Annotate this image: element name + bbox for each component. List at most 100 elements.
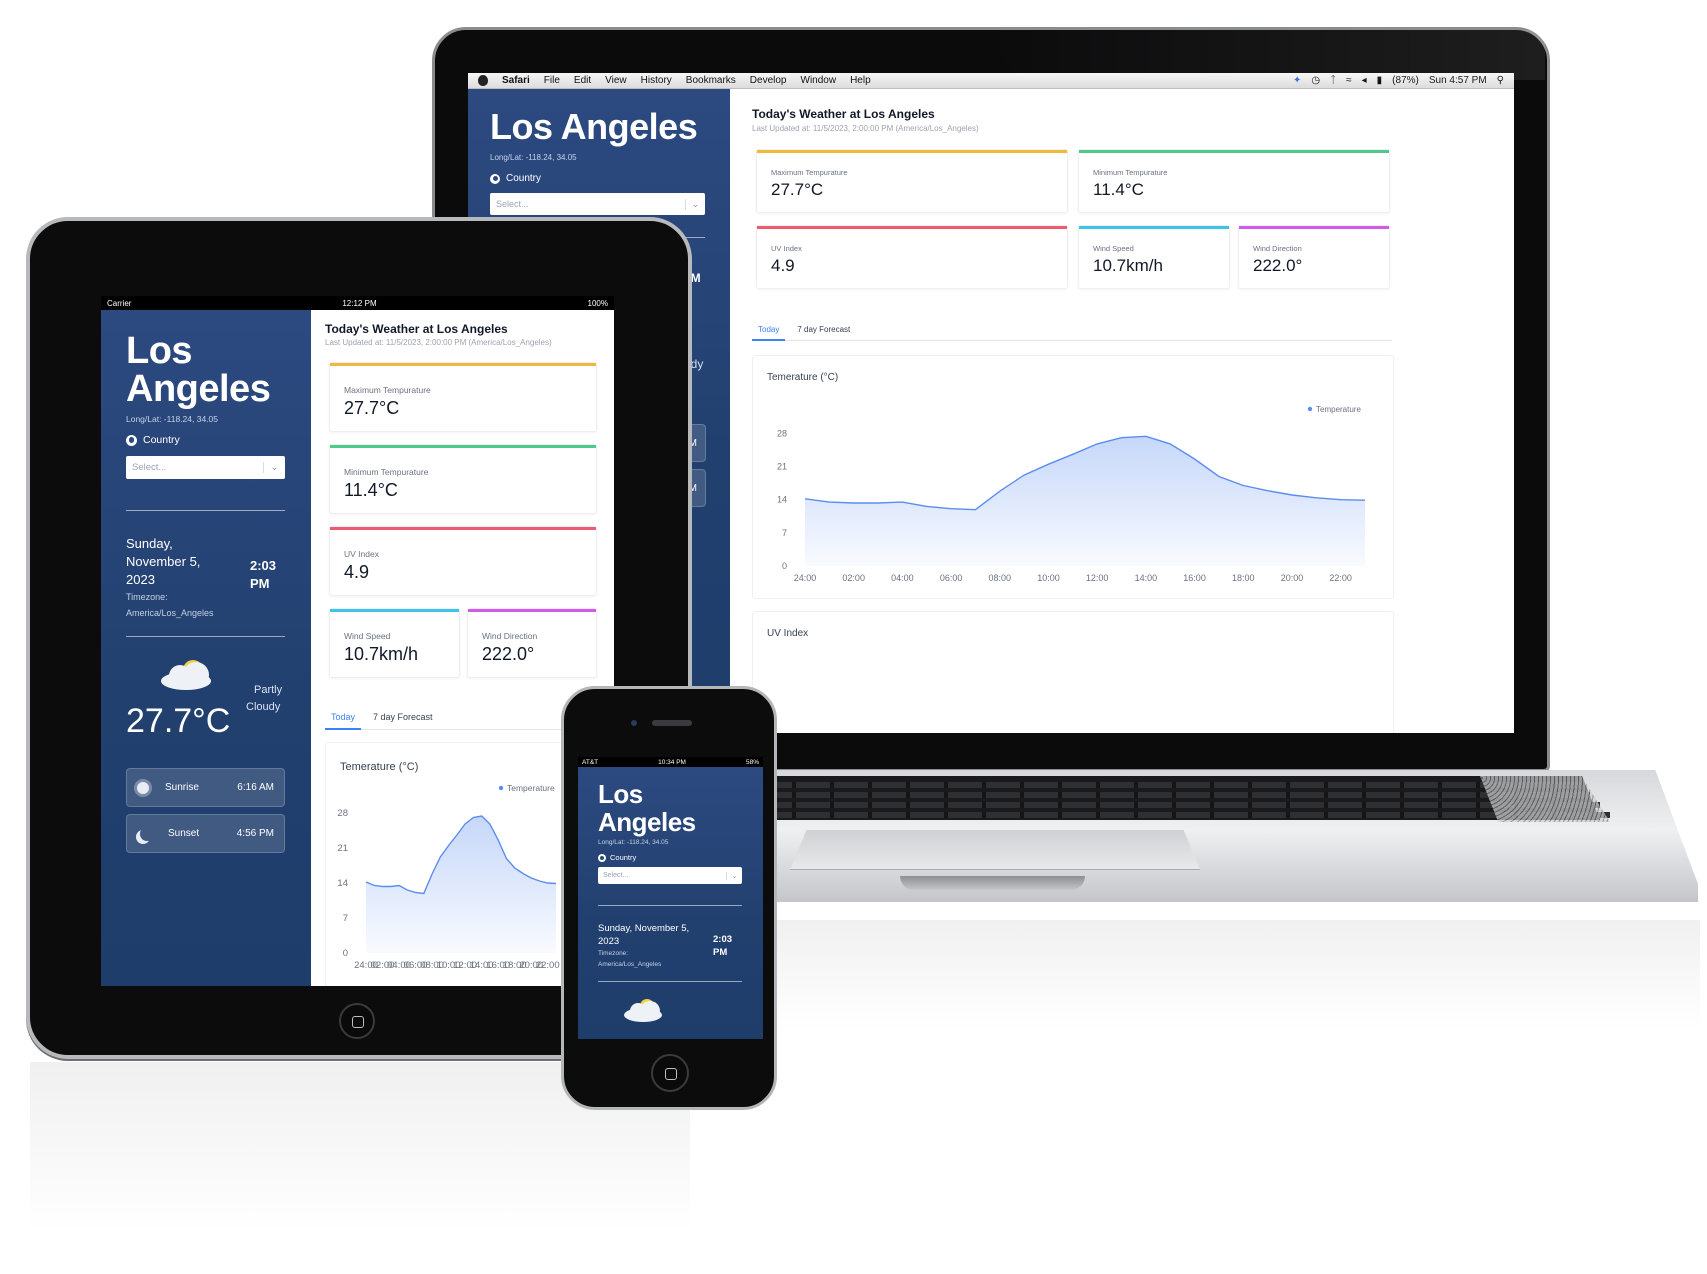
apple-icon[interactable] (478, 75, 488, 86)
sidebar: Los Angeles Long/Lat: -118.24, 34.05 Cou… (578, 767, 763, 1039)
tab-today[interactable]: Today (325, 708, 362, 730)
uv-index-accent (757, 226, 1067, 229)
main-content: Today's Weather at Los Angeles Last Upda… (730, 89, 1514, 733)
y-tick-label: 28 (337, 808, 348, 819)
y-tick-label: 14 (337, 878, 348, 889)
menu-bookmarks[interactable]: Bookmarks (686, 75, 736, 86)
phone-camera (631, 720, 637, 726)
max-temp-label: Maximum Tempurature (771, 168, 848, 177)
keyboard-row (720, 812, 1610, 818)
tab-7-day-forecast[interactable]: 7 day Forecast (361, 708, 445, 729)
legend-label: Temperature (507, 783, 555, 793)
uv-index-value: 4.9 (344, 562, 370, 582)
uv-index-card: UV Index 4.9 (329, 526, 597, 596)
chevron-down-icon[interactable]: ⌄ (726, 871, 742, 880)
menu-history[interactable]: History (641, 75, 672, 86)
menu-edit[interactable]: Edit (574, 75, 591, 86)
legend-marker (1307, 406, 1313, 412)
x-tick-label: 20:00 (1281, 573, 1304, 583)
x-tick-label: 16:00 (1183, 573, 1206, 583)
partly-cloudy-icon (161, 660, 215, 694)
current-time-line1: 2:03 (250, 558, 277, 573)
battery-percent: (87%) (1392, 75, 1419, 86)
wind-direction-label: Wind Direction (482, 631, 538, 641)
uv-chart-card: UV Index (752, 611, 1394, 733)
country-select[interactable]: Select... ⌄ (126, 456, 285, 479)
menu-file[interactable]: File (544, 75, 560, 86)
wind-speed-accent (330, 609, 459, 612)
sunset-card: Sunset 4:56 PM (126, 814, 285, 853)
phone-home-button[interactable] (651, 1054, 689, 1092)
sidebar-divider (126, 510, 285, 511)
tab-today[interactable]: Today (752, 321, 786, 341)
max-temp-accent (757, 150, 1067, 153)
current-date-line3: 2023 (126, 572, 155, 587)
phone-speaker (652, 720, 692, 726)
country-label: Country (126, 434, 180, 446)
x-tick-label: 06:00 (940, 573, 963, 583)
uv-index-accent (330, 527, 596, 530)
country-select-placeholder: Select... (132, 462, 167, 473)
keyboard-row (720, 802, 1600, 808)
tablet-clock: 12:12 PM (342, 298, 377, 308)
wind-speed-value: 10.7km/h (1093, 256, 1163, 275)
menubar-clock[interactable]: Sun 4:57 PM (1429, 75, 1487, 86)
trackpad[interactable] (790, 830, 1200, 870)
current-time-line2: PM (713, 947, 728, 958)
min-temp-accent (330, 445, 596, 448)
menu-safari[interactable]: Safari (502, 75, 530, 86)
uv-index-label: UV Index (344, 549, 379, 559)
floor-reflection (640, 920, 1700, 1030)
uv-chart-title: UV Index (767, 628, 809, 639)
y-tick-label: 28 (777, 428, 787, 438)
y-tick-label: 0 (782, 561, 787, 571)
menu-view[interactable]: View (605, 75, 627, 86)
phone-battery: 58% (745, 758, 759, 766)
sidebar: Los Angeles Long/Lat: -118.24, 34.05 Cou… (101, 310, 311, 986)
city-name-line2: Angeles (126, 368, 271, 410)
temperature-area (366, 816, 556, 953)
menu-window[interactable]: Window (801, 75, 837, 86)
y-tick-label: 21 (777, 462, 787, 472)
globe-icon (598, 853, 606, 862)
battery-icon[interactable]: ▮ (1377, 75, 1383, 86)
clock-icon[interactable]: ◷ (1311, 75, 1320, 86)
min-temp-accent (1079, 150, 1389, 153)
country-select[interactable]: Select... ⌄ (598, 867, 742, 884)
country-select[interactable]: Select... ⌄ (490, 193, 705, 215)
volume-icon[interactable]: ◂ (1362, 75, 1367, 86)
tablet-home-button[interactable] (339, 1003, 375, 1039)
tablet-status-bar: Carrier 12:12 PM 100% (101, 296, 614, 310)
x-tick-label: 10:00 (1037, 573, 1060, 583)
chevron-down-icon[interactable]: ⌄ (685, 198, 705, 210)
x-tick-label: 22:00 (1329, 573, 1352, 583)
tablet-battery: 100% (587, 298, 608, 308)
page-title: Today's Weather at Los Angeles (325, 322, 508, 336)
menu-help[interactable]: Help (850, 75, 871, 86)
last-updated: Last Updated at: 11/5/2023, 2:00:00 PM (… (752, 124, 979, 133)
wind-direction-card: Wind Direction 222.0° (1238, 225, 1390, 289)
x-tick-label: 14:00 (1135, 573, 1158, 583)
wifi-icon[interactable]: ≈ (1346, 75, 1352, 86)
min-temp-card: Minimum Tempurature 11.4°C (1078, 149, 1390, 213)
sunset-label: Sunset (168, 828, 200, 839)
chevron-down-icon[interactable]: ⌄ (263, 462, 285, 473)
sidebar-divider (598, 905, 742, 906)
sidebar-divider (598, 981, 742, 982)
x-tick-label: 04:00 (891, 573, 914, 583)
country-label-text: Country (506, 173, 542, 184)
bluetooth-icon[interactable]: ᛏ (1330, 75, 1336, 86)
page-title: Today's Weather at Los Angeles (752, 107, 935, 121)
tab-7-day-forecast[interactable]: 7 day Forecast (785, 321, 862, 340)
x-tick-label: 12:00 (1086, 573, 1109, 583)
spotlight-search-icon[interactable]: ⚲ (1497, 75, 1504, 86)
country-label-text: Country (610, 853, 637, 862)
timezone-label: Timezone: (126, 592, 168, 602)
temperature-chart-card: Temerature (°C) 0 7 14 21 28 24:00 02:00 04:00 0… (752, 355, 1394, 599)
device-mockup-stage: Safari File Edit View History Bookmarks … (0, 0, 1707, 1274)
wind-speed-card: Wind Speed 10.7km/h (1078, 225, 1230, 289)
menu-develop[interactable]: Develop (750, 75, 787, 86)
laptop-notch (900, 876, 1085, 890)
sun-icon (137, 781, 149, 794)
bird-icon[interactable]: ✦ (1293, 75, 1301, 86)
